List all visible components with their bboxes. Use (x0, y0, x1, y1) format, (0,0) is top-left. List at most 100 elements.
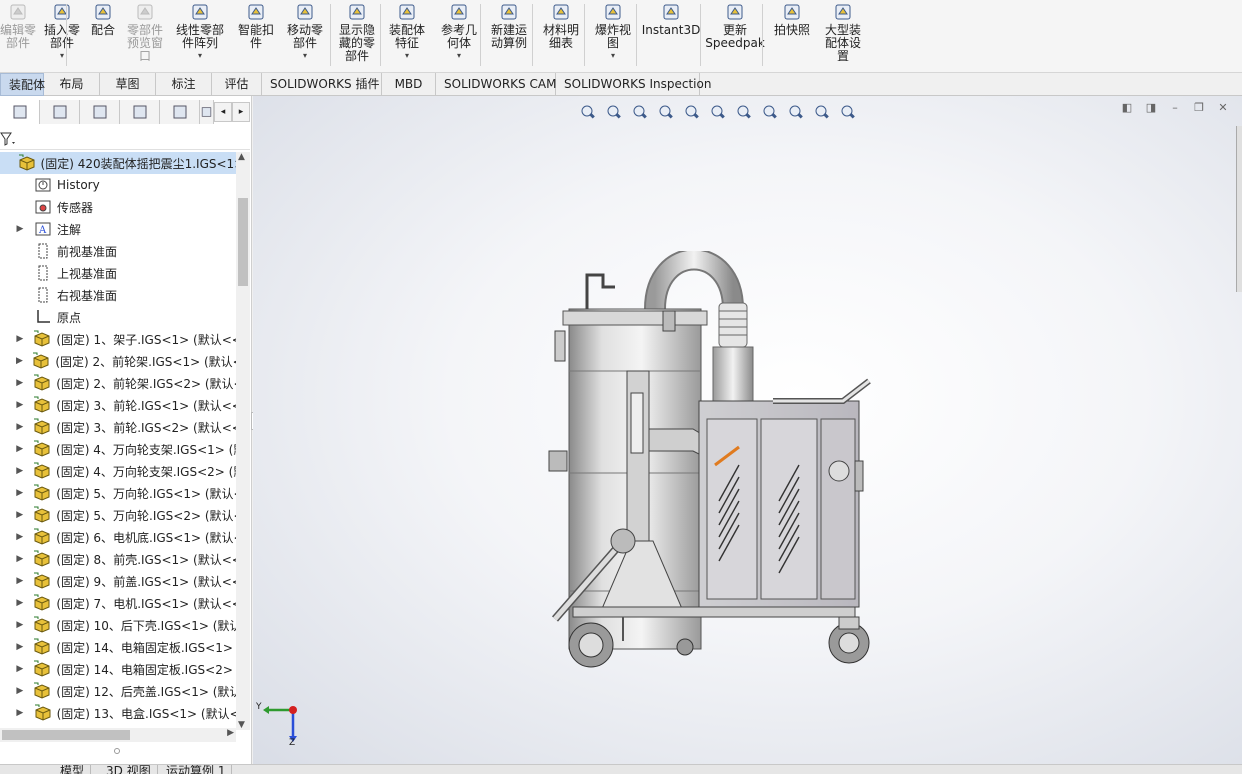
ribbon-button-large-assembly[interactable]: 大型装 配体设 置 (818, 0, 868, 70)
ribbon-button-move-component[interactable]: 移动零 部件 ▾ (282, 0, 328, 70)
tree-item[interactable]: ▶ (固定) 10、后下壳.IGS<1> (默认 (0, 614, 236, 636)
tree-item[interactable]: ▶ (固定) 6、电机底.IGS<1> (默认< (0, 526, 236, 548)
zoom-area-icon[interactable] (603, 101, 625, 123)
tree-item[interactable]: ▶ (固定) 2、前轮架.IGS<2> (默认< (0, 372, 236, 394)
expand-icon[interactable]: ▶ (14, 488, 26, 498)
tree-vertical-scrollbar[interactable]: ▲ ▼ (236, 152, 250, 730)
expand-icon[interactable]: ▶ (14, 664, 26, 674)
bottom-tab-0[interactable]: 模型 (54, 765, 92, 774)
scroll-right-icon[interactable]: ▶ (227, 728, 234, 738)
dropdown-arrow-icon[interactable]: ▾ (405, 52, 409, 60)
expand-icon[interactable]: ▶ (14, 378, 26, 388)
ribbon-button-speedpak[interactable]: 更新 Speedpak (705, 0, 765, 70)
tree-item[interactable]: ▶ (固定) 5、万向轮.IGS<2> (默认< (0, 504, 236, 526)
expand-icon[interactable]: ▶ (14, 422, 26, 432)
dimxpert-icon[interactable] (120, 100, 160, 124)
scroll-down-icon[interactable]: ▼ (238, 720, 245, 730)
expand-icon[interactable]: ▶ (14, 444, 25, 454)
ribbon-button-instant3d[interactable]: Instant3D (642, 0, 700, 70)
tree-item[interactable]: ▶ (固定) 4、万向轮支架.IGS<2> (默 (0, 460, 236, 482)
ribbon-button-component-preview[interactable]: 零部件 预览窗 口 (122, 0, 168, 70)
tree-item[interactable]: ▶ (固定) 14、电箱固定板.IGS<2> ( (0, 658, 236, 680)
expand-icon[interactable]: ▶ (14, 466, 25, 476)
scroll-right-icon[interactable]: ▸ (232, 102, 250, 122)
tree-item[interactable]: 前视基准面 (0, 240, 236, 262)
view-settings-icon[interactable] (837, 101, 859, 123)
tile-right-icon[interactable]: ◨ (1144, 100, 1158, 114)
display-style-icon[interactable] (733, 101, 755, 123)
bottom-tab-2[interactable]: 运动算例 1 (160, 765, 233, 774)
tree-item[interactable]: 原点 (0, 306, 236, 328)
tree-item[interactable]: 传感器 (0, 196, 236, 218)
tree-item[interactable]: 上视基准面 (0, 262, 236, 284)
zoom-to-fit-icon[interactable] (577, 101, 599, 123)
tab-8[interactable]: SOLIDWORKS Inspection (556, 73, 711, 96)
dropdown-arrow-icon[interactable]: ▾ (457, 52, 461, 60)
ribbon-button-new-motion-study[interactable]: 新建运 动算例 (486, 0, 532, 70)
minimize-icon[interactable]: – (1168, 100, 1182, 114)
pane-resize-grip-icon[interactable] (114, 748, 120, 754)
tab-6[interactable]: MBD (382, 73, 436, 96)
scrollbar-thumb[interactable] (238, 198, 248, 286)
view-orientation-icon[interactable] (707, 101, 729, 123)
scroll-up-icon[interactable]: ▲ (238, 152, 245, 162)
tree-item[interactable]: ▶ (固定) 8、前壳.IGS<1> (默认<< (0, 548, 236, 570)
tile-left-icon[interactable]: ◧ (1120, 100, 1134, 114)
feature-manager-icon[interactable] (0, 100, 40, 124)
ribbon-button-bom[interactable]: 材料明 细表 (538, 0, 584, 70)
section-view-icon[interactable] (655, 101, 677, 123)
expand-icon[interactable]: ▶ (14, 400, 26, 410)
expand-icon[interactable]: ▶ (14, 356, 25, 366)
ribbon-button-show-hidden[interactable]: 显示隐 藏的零 部件 (334, 0, 380, 70)
ribbon-button-reference-geometry[interactable]: 参考几 何体 ▾ (436, 0, 482, 70)
tree-item[interactable]: ▶ (固定) 12、后壳盖.IGS<1> (默认 (0, 680, 236, 702)
hide-show-icon[interactable] (759, 101, 781, 123)
cam-manager-icon[interactable] (200, 100, 214, 124)
tree-item[interactable]: 右视基准面 (0, 284, 236, 306)
tree-item[interactable]: ▶ (固定) 5、万向轮.IGS<1> (默认< (0, 482, 236, 504)
tab-5[interactable]: SOLIDWORKS 插件 (262, 73, 382, 96)
ribbon-button-smart-fasteners[interactable]: 智能扣 件 (234, 0, 278, 70)
ribbon-button-assembly-features[interactable]: 装配体 特征 ▾ (384, 0, 430, 70)
property-manager-icon[interactable] (40, 100, 80, 124)
tree-item[interactable]: History (0, 174, 236, 196)
tree-item[interactable]: ▶ (固定) 2、前轮架.IGS<1> (默认<< (0, 350, 236, 372)
tab-3[interactable]: 标注 (156, 73, 212, 96)
tab-1[interactable]: 布局 (44, 73, 100, 96)
expand-icon[interactable]: ▶ (14, 708, 26, 718)
tree-item[interactable]: ▶ (固定) 9、前盖.IGS<1> (默认<< (0, 570, 236, 592)
ribbon-button-mate-paperclip[interactable]: 配合 (88, 0, 118, 70)
expand-icon[interactable]: ▶ (14, 224, 26, 234)
expand-icon[interactable]: ▶ (14, 510, 26, 520)
display-manager-icon[interactable] (160, 100, 200, 124)
expand-icon[interactable]: ▶ (14, 620, 26, 630)
filter-icon[interactable] (0, 131, 18, 147)
expand-icon[interactable]: ▶ (14, 686, 26, 696)
previous-view-icon[interactable] (629, 101, 651, 123)
tab-7[interactable]: SOLIDWORKS CAM (436, 73, 556, 96)
tree-item[interactable]: ▶ A 注解 (0, 218, 236, 240)
tree-item[interactable]: ▶ (固定) 7、电机.IGS<1> (默认<< (0, 592, 236, 614)
expand-icon[interactable]: ▶ (14, 598, 26, 608)
task-pane-tabs[interactable] (1236, 126, 1242, 292)
ribbon-button-snapshot[interactable]: 拍快照 (770, 0, 814, 70)
expand-icon[interactable]: ▶ (14, 554, 26, 564)
vacuum-cleaner-model[interactable] (543, 251, 883, 671)
tab-2[interactable]: 草图 (100, 73, 156, 96)
dropdown-arrow-icon[interactable]: ▾ (611, 52, 615, 60)
tree-item[interactable]: ▶ (固定) 13、电盒.IGS<1> (默认< (0, 702, 236, 724)
dynamic-annotation-icon[interactable] (681, 101, 703, 123)
tab-4[interactable]: 评估 (212, 73, 262, 96)
tree-root-assembly[interactable]: (固定) 420装配体摇把震尘1.IGS<1> (0, 152, 236, 174)
expand-icon[interactable]: ▶ (14, 576, 26, 586)
ribbon-button-insert-component[interactable]: 插入零 部件 ▾ (40, 0, 84, 70)
scrollbar-thumb[interactable] (2, 730, 130, 740)
configuration-manager-icon[interactable] (80, 100, 120, 124)
tree-item[interactable]: ▶ (固定) 3、前轮.IGS<1> (默认<< (0, 394, 236, 416)
dropdown-arrow-icon[interactable]: ▾ (303, 52, 307, 60)
tree-horizontal-scrollbar[interactable]: ▶ (0, 728, 236, 742)
expand-icon[interactable]: ▶ (14, 532, 26, 542)
tree-item[interactable]: ▶ (固定) 3、前轮.IGS<2> (默认<< (0, 416, 236, 438)
ribbon-button-exploded-view[interactable]: 爆炸视 图 ▾ (590, 0, 636, 70)
ribbon-button-linear-pattern[interactable]: 线性零部 件阵列 ▾ (170, 0, 230, 70)
